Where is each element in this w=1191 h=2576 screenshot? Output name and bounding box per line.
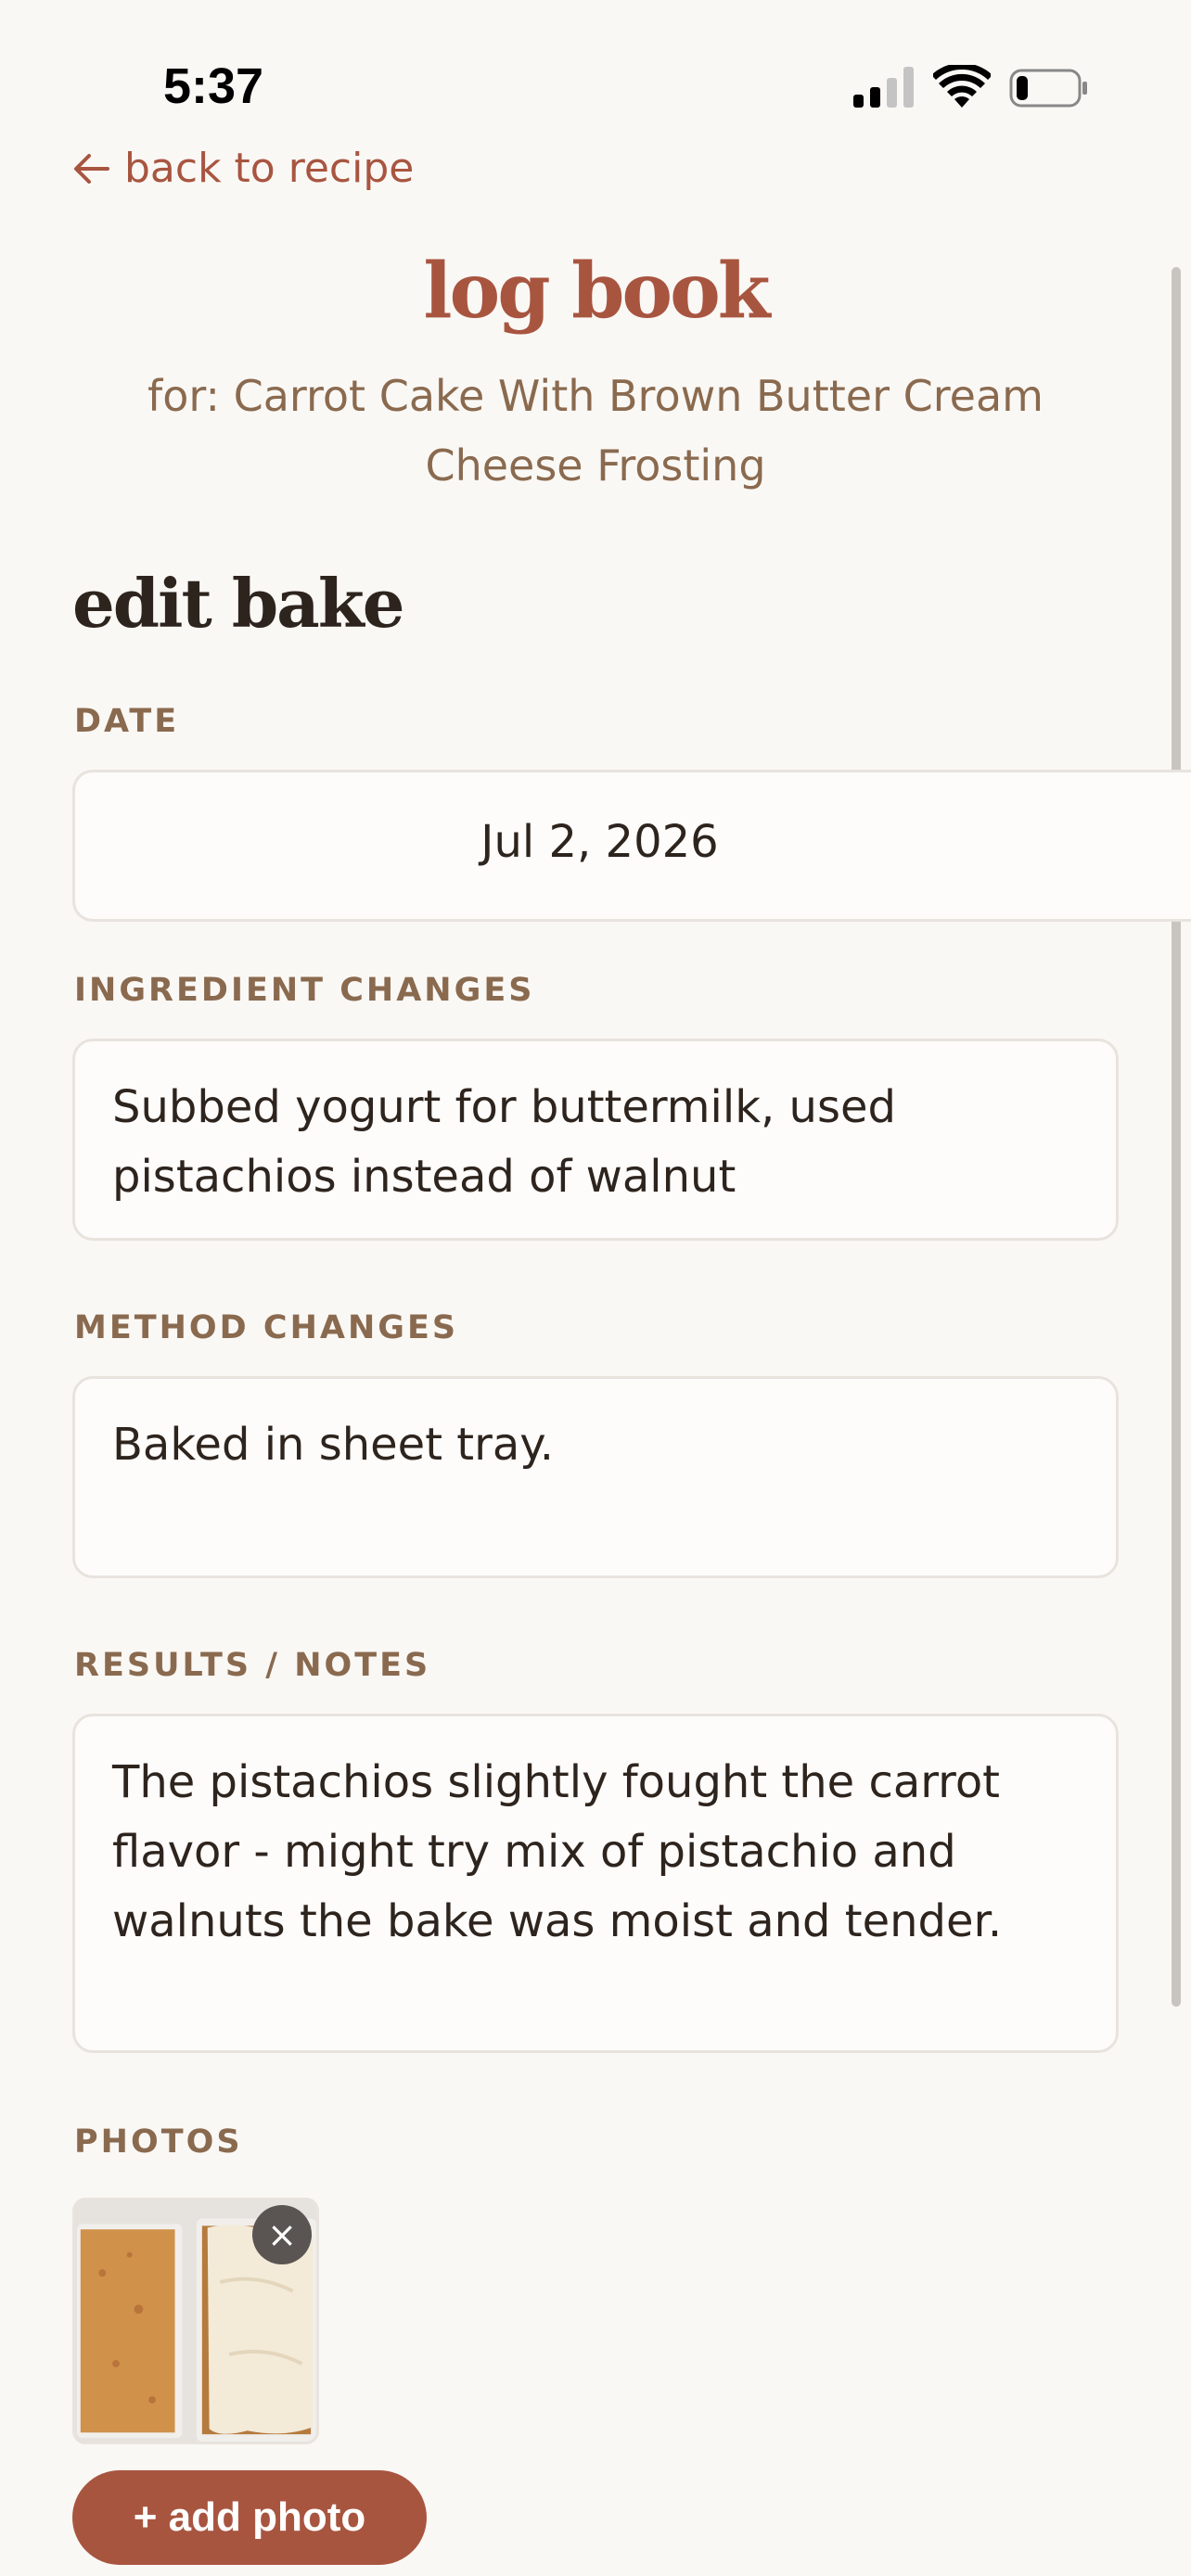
close-icon: × xyxy=(267,2214,297,2255)
page-title: log book xyxy=(423,247,770,336)
scrollbar[interactable] xyxy=(1172,267,1181,2007)
results-notes-field[interactable]: The pistachios slightly fought the carro… xyxy=(72,1714,1119,2053)
battery-icon xyxy=(1009,69,1087,108)
date-field[interactable]: Jul 2, 2026 xyxy=(72,770,1191,922)
date-label: DATE xyxy=(74,703,180,740)
ingredient-changes-field[interactable]: Subbed yogurt for buttermilk, used pista… xyxy=(72,1039,1119,1241)
back-to-recipe-link[interactable]: back to recipe xyxy=(72,145,414,192)
add-photo-button[interactable]: + add photo xyxy=(72,2470,427,2565)
back-link-label: back to recipe xyxy=(124,145,415,192)
method-changes-label: METHOD CHANGES xyxy=(74,1309,459,1346)
edit-bake-screen: 5:37 back to recipe log book for: Carrot… xyxy=(0,0,1191,2576)
status-time: 5:37 xyxy=(163,58,264,114)
cellular-signal-icon xyxy=(853,67,914,108)
photos-label: PHOTOS xyxy=(74,2123,243,2161)
recipe-subtitle: for: Carrot Cake With Brown Butter Cream… xyxy=(147,371,1044,491)
form-heading: edit bake xyxy=(72,564,405,643)
ingredient-changes-label: INGREDIENT CHANGES xyxy=(74,972,535,1009)
back-arrow-icon xyxy=(74,153,109,184)
results-notes-label: RESULTS / NOTES xyxy=(74,1647,431,1684)
method-changes-field[interactable]: Baked in sheet tray. xyxy=(72,1376,1119,1578)
remove-photo-button[interactable]: × xyxy=(252,2205,312,2264)
wifi-icon xyxy=(933,65,991,108)
